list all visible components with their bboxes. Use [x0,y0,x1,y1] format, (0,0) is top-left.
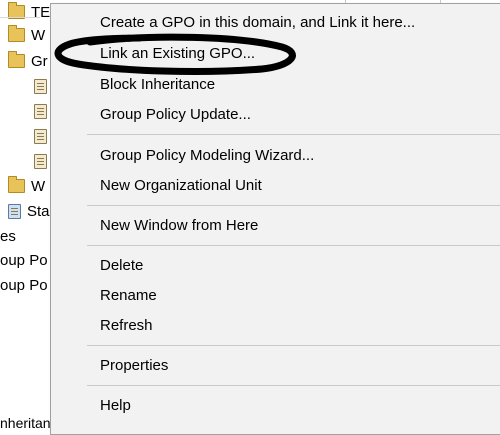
menu-separator [87,245,500,246]
tree-item-label: oup Po [0,251,48,269]
starter-gpo-folder-icon [8,203,21,219]
tree-item-label: es [0,227,16,245]
menu-item-help[interactable]: Help [100,393,131,419]
tree-item-label: W [31,26,46,44]
tree-item-label: Gr [31,52,48,70]
menu-separator [87,134,500,135]
tree-item-gr[interactable]: Gr [8,49,48,73]
gpo-link-icon [34,128,47,144]
menu-item-create-gpo[interactable]: Create a GPO in this domain, and Link it… [100,10,415,36]
tree-item-label: W [31,177,46,195]
tree-item-te[interactable]: TE [8,0,50,24]
menu-item-new-window[interactable]: New Window from Here [100,213,258,239]
wmi-filter-folder-icon [8,176,25,193]
gpo-link-icon [34,103,47,119]
tree-item-label: Sta [27,202,50,220]
details-tab-label[interactable]: nheritanc [0,411,58,435]
selection-underline [0,17,40,18]
menu-separator [87,385,500,386]
menu-item-new-ou[interactable]: New Organizational Unit [100,173,262,199]
menu-item-refresh[interactable]: Refresh [100,313,153,339]
menu-item-link-existing-gpo[interactable]: Link an Existing GPO... [100,41,255,67]
menu-separator [87,345,500,346]
gpo-link-icon [34,153,47,169]
tree-item-starter-gpos[interactable]: Sta [8,199,50,223]
tree-item-wmi-filters[interactable]: W [8,174,45,198]
tree-item-w[interactable]: W [8,23,45,47]
folder-open-icon [8,51,25,68]
menu-item-delete[interactable]: Delete [100,253,143,279]
tree-item-label: oup Po [0,276,48,294]
folder-icon [8,25,25,42]
status-text: nheritanc [0,415,58,431]
menu-separator [87,205,500,206]
tree-item-sites[interactable]: es [0,224,16,248]
menu-item-group-policy-update[interactable]: Group Policy Update... [100,102,251,128]
tree-item-group-policy-modeling[interactable]: oup Po [0,248,48,272]
menu-item-modeling-wizard[interactable]: Group Policy Modeling Wizard... [100,143,314,169]
tree-item-group-policy-results[interactable]: oup Po [0,273,48,297]
context-menu: Create a GPO in this domain, and Link it… [50,3,500,435]
menu-item-properties[interactable]: Properties [100,353,168,379]
menu-item-rename[interactable]: Rename [100,283,157,309]
gpo-link-icon [34,78,47,94]
menu-item-block-inheritance[interactable]: Block Inheritance [100,72,215,98]
